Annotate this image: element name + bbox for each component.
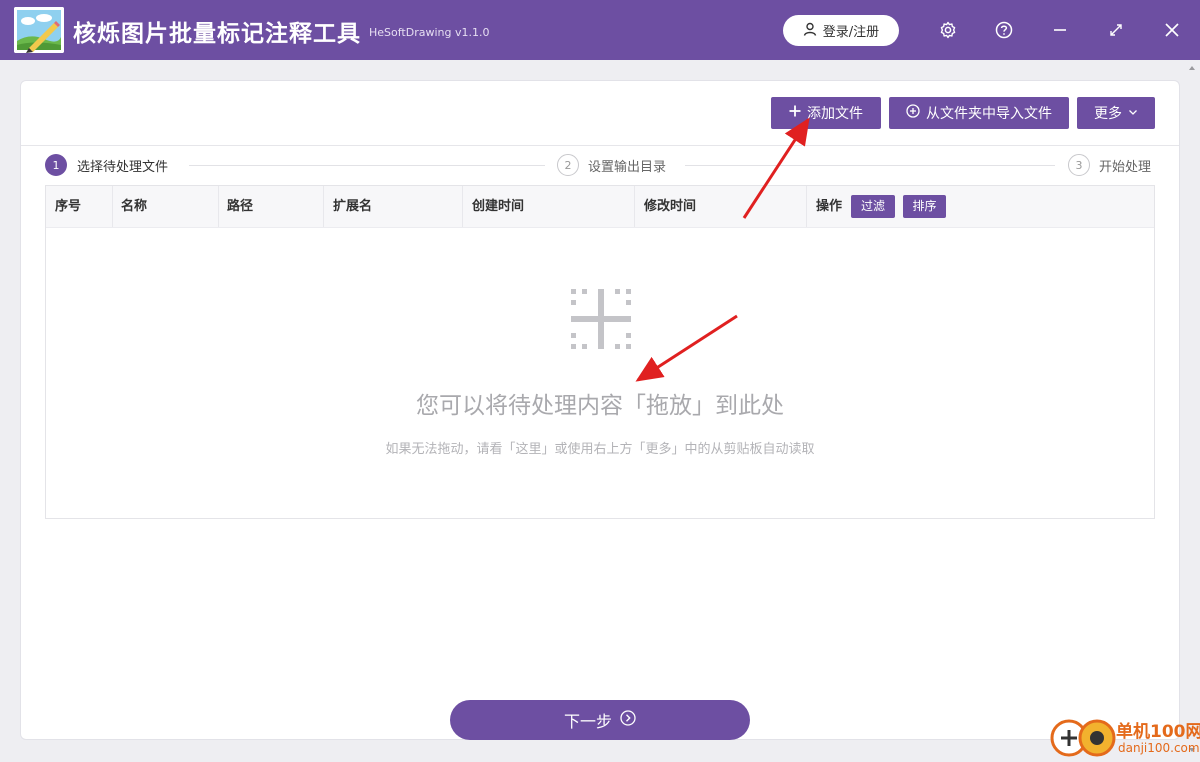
table-header: 序号 名称 路径 扩展名 创建时间 修改时间 操作 过滤 排序 xyxy=(46,186,1154,228)
step-connector xyxy=(685,165,1055,166)
column-divider xyxy=(218,186,219,227)
user-icon xyxy=(803,22,817,40)
add-file-label: 添加文件 xyxy=(807,106,863,122)
column-divider xyxy=(806,186,807,227)
filter-button[interactable]: 过滤 xyxy=(851,195,895,218)
col-path: 路径 xyxy=(227,199,254,214)
col-actions: 操作 xyxy=(816,199,843,214)
app-version: HeSoftDrawing v1.1.0 xyxy=(369,26,490,39)
import-folder-label: 从文件夹中导入文件 xyxy=(926,106,1052,122)
app-logo-icon xyxy=(14,7,64,53)
drop-zone-title: 您可以将待处理内容「拖放」到此处 xyxy=(416,393,784,419)
drop-zone-hint[interactable]: 如果无法拖动，请看「这里」或使用右上方「更多」中的从剪贴板自动读取 xyxy=(46,438,1154,457)
circle-arrow-right-icon xyxy=(620,710,636,730)
app-title: 核烁图片批量标记注释工具 xyxy=(73,21,361,47)
import-folder-button[interactable]: 从文件夹中导入文件 xyxy=(889,97,1069,129)
col-name: 名称 xyxy=(121,199,148,214)
col-index: 序号 xyxy=(55,199,82,214)
step-2-label: 设置输出目录 xyxy=(588,160,667,175)
next-step-button[interactable]: 下一步 xyxy=(450,700,750,740)
login-register-button[interactable]: 登录/注册 xyxy=(783,15,899,46)
column-divider xyxy=(323,186,324,227)
drop-zone-icon xyxy=(571,289,631,353)
step-connector xyxy=(189,165,545,166)
watermark-logo-icon xyxy=(1050,718,1116,762)
more-label: 更多 xyxy=(1094,106,1122,122)
more-dropdown-button[interactable]: 更多 xyxy=(1077,97,1155,129)
help-icon[interactable] xyxy=(993,19,1015,41)
title-bar: 核烁图片批量标记注释工具 HeSoftDrawing v1.1.0 登录/注册 xyxy=(0,0,1200,60)
minimize-icon[interactable] xyxy=(1049,19,1071,41)
col-modified-time: 修改时间 xyxy=(644,199,697,214)
maximize-icon[interactable] xyxy=(1105,19,1127,41)
chevron-down-icon xyxy=(1128,105,1138,121)
step-1-label: 选择待处理文件 xyxy=(77,160,169,175)
step-2-number: 2 xyxy=(557,154,579,176)
close-icon[interactable] xyxy=(1161,19,1183,41)
toolbar-divider xyxy=(21,145,1179,146)
circle-plus-icon xyxy=(906,104,920,122)
watermark-title: 单机100网 xyxy=(1116,722,1200,742)
watermark-url: danji100.com xyxy=(1118,741,1200,755)
next-step-label: 下一步 xyxy=(563,712,612,731)
step-1-number: 1 xyxy=(45,154,67,176)
sort-button[interactable]: 排序 xyxy=(903,195,946,218)
plus-icon xyxy=(789,105,801,121)
add-file-button[interactable]: 添加文件 xyxy=(771,97,881,129)
settings-icon[interactable] xyxy=(937,19,959,41)
file-table: 序号 名称 路径 扩展名 创建时间 修改时间 操作 过滤 排序 您可以将待处理内… xyxy=(45,185,1155,519)
column-divider xyxy=(634,186,635,227)
step-3-number: 3 xyxy=(1068,154,1090,176)
step-3-label: 开始处理 xyxy=(1099,160,1152,175)
column-divider xyxy=(462,186,463,227)
col-created-time: 创建时间 xyxy=(472,199,525,214)
scrollbar[interactable] xyxy=(1188,64,1196,754)
col-extension: 扩展名 xyxy=(333,199,373,214)
column-divider xyxy=(112,186,113,227)
login-register-label: 登录/注册 xyxy=(822,25,880,40)
